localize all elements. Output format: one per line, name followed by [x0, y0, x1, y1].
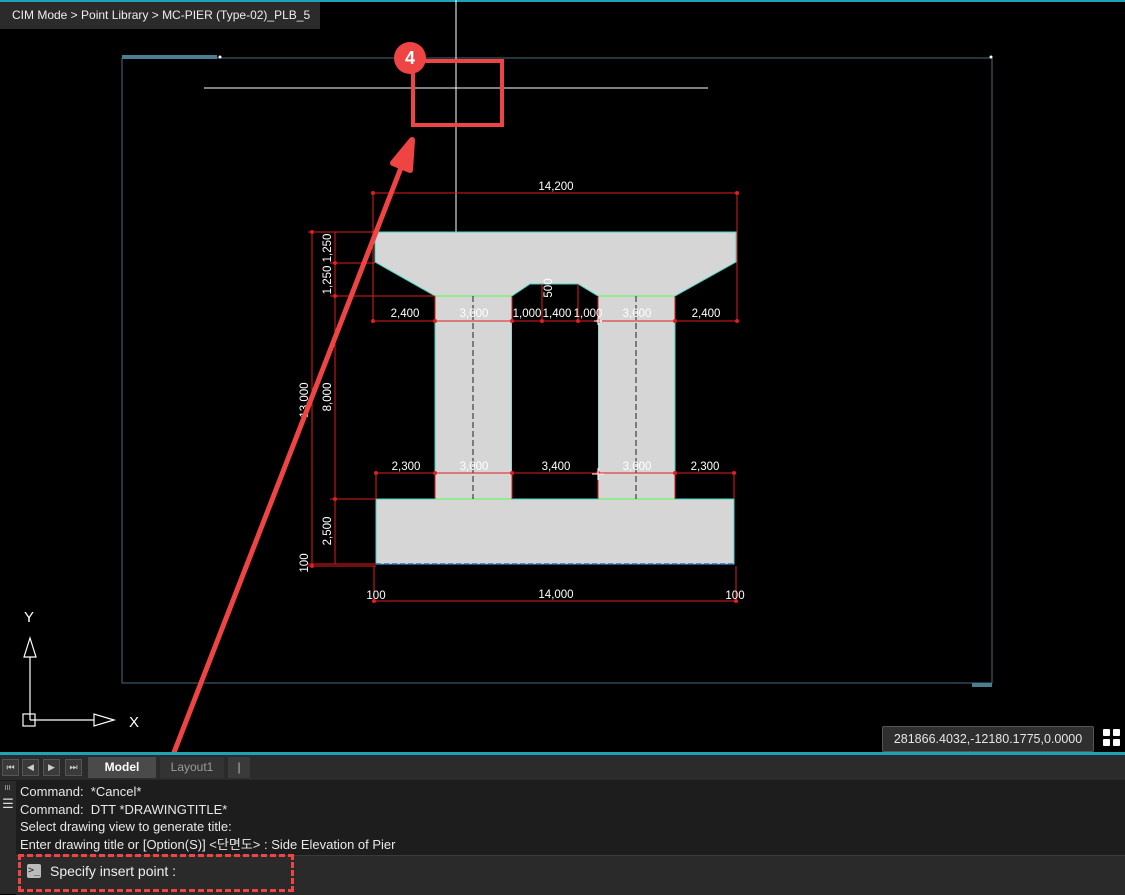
breadcrumb[interactable]: CIM Mode > Point Library > MC-PIER (Type… [0, 2, 320, 29]
ucs-icon [22, 636, 117, 727]
dim-cap-a: 1,250 [322, 234, 334, 263]
grid-view-icon[interactable] [1100, 726, 1124, 750]
dim-top-width: 14,200 [538, 181, 573, 193]
annotation-target-box [411, 59, 504, 127]
dim-cap-4: 1,400 [543, 308, 572, 320]
dim-cap-7: 2,400 [692, 308, 721, 320]
history-line: Select drawing view to generate title: [20, 819, 232, 834]
annotation-arrowhead [390, 137, 415, 173]
history-line: Command: DTT *DRAWINGTITLE* [20, 801, 228, 817]
history-line: Command: *Cancel* [20, 784, 142, 799]
dim-lower-5: 2,300 [691, 461, 720, 473]
dim-cap-2: 3,000 [460, 308, 489, 320]
dim-bottom-width: 14,000 [538, 589, 573, 601]
pier-elevation [374, 231, 737, 565]
tab-add[interactable]: | [228, 757, 250, 778]
command-history: Command: *Cancel* Command: DTT *DRAWINGT… [20, 783, 396, 853]
frame-tab-top [122, 55, 217, 59]
frame-tab-bottom [972, 683, 992, 687]
dim-cap-6: 3,000 [623, 308, 652, 320]
command-panel-handle[interactable]: ☰ [0, 781, 16, 894]
annotation-highlight-box [18, 854, 294, 892]
hamburger-menu-icon[interactable]: ☰ [2, 797, 14, 810]
layout-tab-bar: ⏮ ◀ ▶ ⏭ Model Layout1 | [0, 755, 1125, 781]
next-tab-icon[interactable]: ▶ [43, 759, 60, 776]
prev-tab-icon[interactable]: ◀ [22, 759, 39, 776]
dim-column: 8,000 [322, 383, 334, 412]
step-badge: 4 [394, 42, 426, 74]
last-tab-icon[interactable]: ⏭ [65, 759, 82, 776]
annotation-arrow [171, 157, 407, 752]
dim-footing: 2,500 [322, 517, 334, 546]
history-line: Enter drawing title or [Option(S)] <단면도>… [20, 836, 396, 852]
dim-cap-1: 2,400 [391, 308, 420, 320]
ucs-y-label: Y [24, 609, 34, 626]
ucs-x-label: X [129, 714, 139, 731]
dim-bottom-right: 100 [725, 590, 744, 602]
drawing-canvas[interactable]: 14,200 2,400 3,000 1,000 1,400 1,000 3,0… [0, 0, 1125, 752]
dim-lower-4: 3,000 [623, 461, 652, 473]
dim-lower-2: 3,000 [460, 461, 489, 473]
coordinate-readout: 281866.4032,-12180.1775,0.0000 [882, 726, 1094, 752]
first-tab-icon[interactable]: ⏮ [2, 759, 19, 776]
dim-cap-b: 1,250 [322, 266, 334, 295]
tab-layout1[interactable]: Layout1 [160, 757, 224, 778]
tab-model[interactable]: Model [88, 757, 156, 778]
dim-bottom-offset: 100 [299, 553, 311, 572]
dim-bottom-left: 100 [366, 590, 385, 602]
dim-cap-3: 1,000 [513, 308, 542, 320]
dim-lower-1: 2,300 [392, 461, 421, 473]
dim-lower-3: 3,400 [542, 461, 571, 473]
dim-cap-notch: 500 [543, 278, 555, 297]
